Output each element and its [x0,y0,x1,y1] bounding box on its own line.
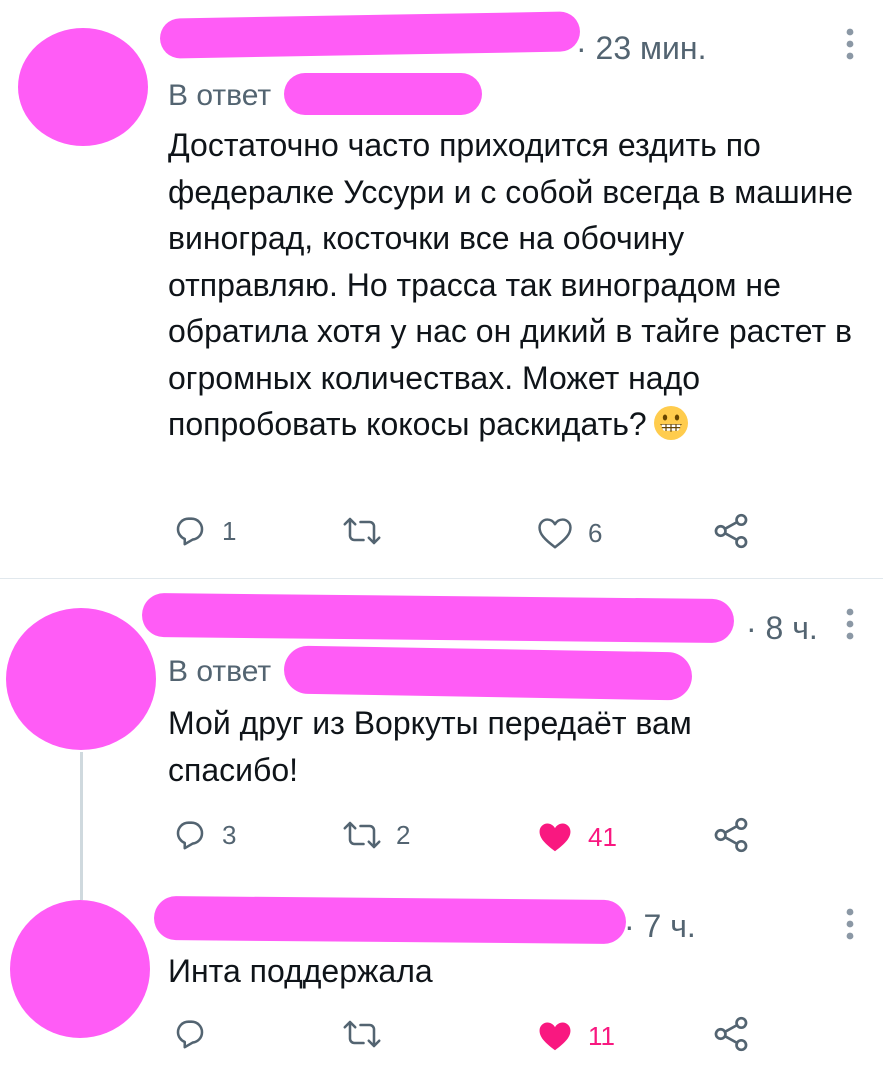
share-button[interactable] [712,815,750,855]
redacted-reply-handle[interactable] [284,73,482,115]
retweet-button[interactable] [342,1014,396,1054]
tweet-time[interactable]: · 7 ч. [624,910,696,942]
retweet-icon [343,821,381,849]
reply-icon [176,821,204,850]
avatar[interactable] [10,900,150,1038]
share-icon [714,513,748,549]
tweet-body: Достаточно часто приходится ездить по фе… [168,127,854,442]
share-button[interactable] [712,511,750,551]
more-options-icon[interactable] [846,26,854,62]
avatar[interactable] [6,608,156,750]
more-options-icon[interactable] [846,606,854,642]
redacted-username [153,895,627,945]
share-icon [714,817,748,853]
tweet-text: Мой друг из Воркуты передаёт вам спасибо… [168,705,692,788]
reply-count: 3 [222,820,237,850]
tweet-time[interactable]: · 8 ч. [746,612,818,644]
like-button[interactable]: 6 [536,513,602,553]
reply-icon [176,517,204,546]
reply-to-label: В ответ [168,655,272,688]
share-button[interactable] [712,1014,750,1054]
redacted-reply-handle[interactable] [283,645,693,701]
reply-to-label: В ответ [168,79,272,112]
heart-outline-icon [538,518,572,549]
reply-button[interactable]: 3 [172,815,236,855]
tweet-divider [0,578,883,579]
like-count: 11 [588,1021,615,1051]
tweet-time[interactable]: · 23 мин. [576,32,706,64]
reply-icon [176,1020,204,1049]
retweet-count: 2 [396,820,411,850]
tweet-text: Инта поддержала [168,953,433,989]
retweet-button[interactable]: 2 [342,815,410,855]
like-count: 6 [588,518,603,548]
reply-button[interactable] [172,1014,222,1054]
like-button[interactable]: 41 [536,817,617,857]
grinning-face-icon [653,405,689,454]
retweet-icon [343,517,381,545]
retweet-icon [343,1020,381,1048]
more-options-icon[interactable] [846,906,854,942]
share-icon [714,1016,748,1052]
redacted-username [141,592,735,644]
heart-filled-icon [539,823,571,852]
heart-filled-icon [539,1022,571,1051]
tweet-text: Достаточно часто приходится ездить по фе… [168,122,858,454]
redacted-username [159,11,581,59]
reply-count: 1 [222,516,237,546]
like-count: 41 [588,822,617,852]
avatar[interactable] [18,28,148,146]
retweet-button[interactable] [342,511,396,551]
thread-line [80,752,83,900]
like-button[interactable]: 11 [536,1016,615,1056]
reply-button[interactable]: 1 [172,511,236,551]
